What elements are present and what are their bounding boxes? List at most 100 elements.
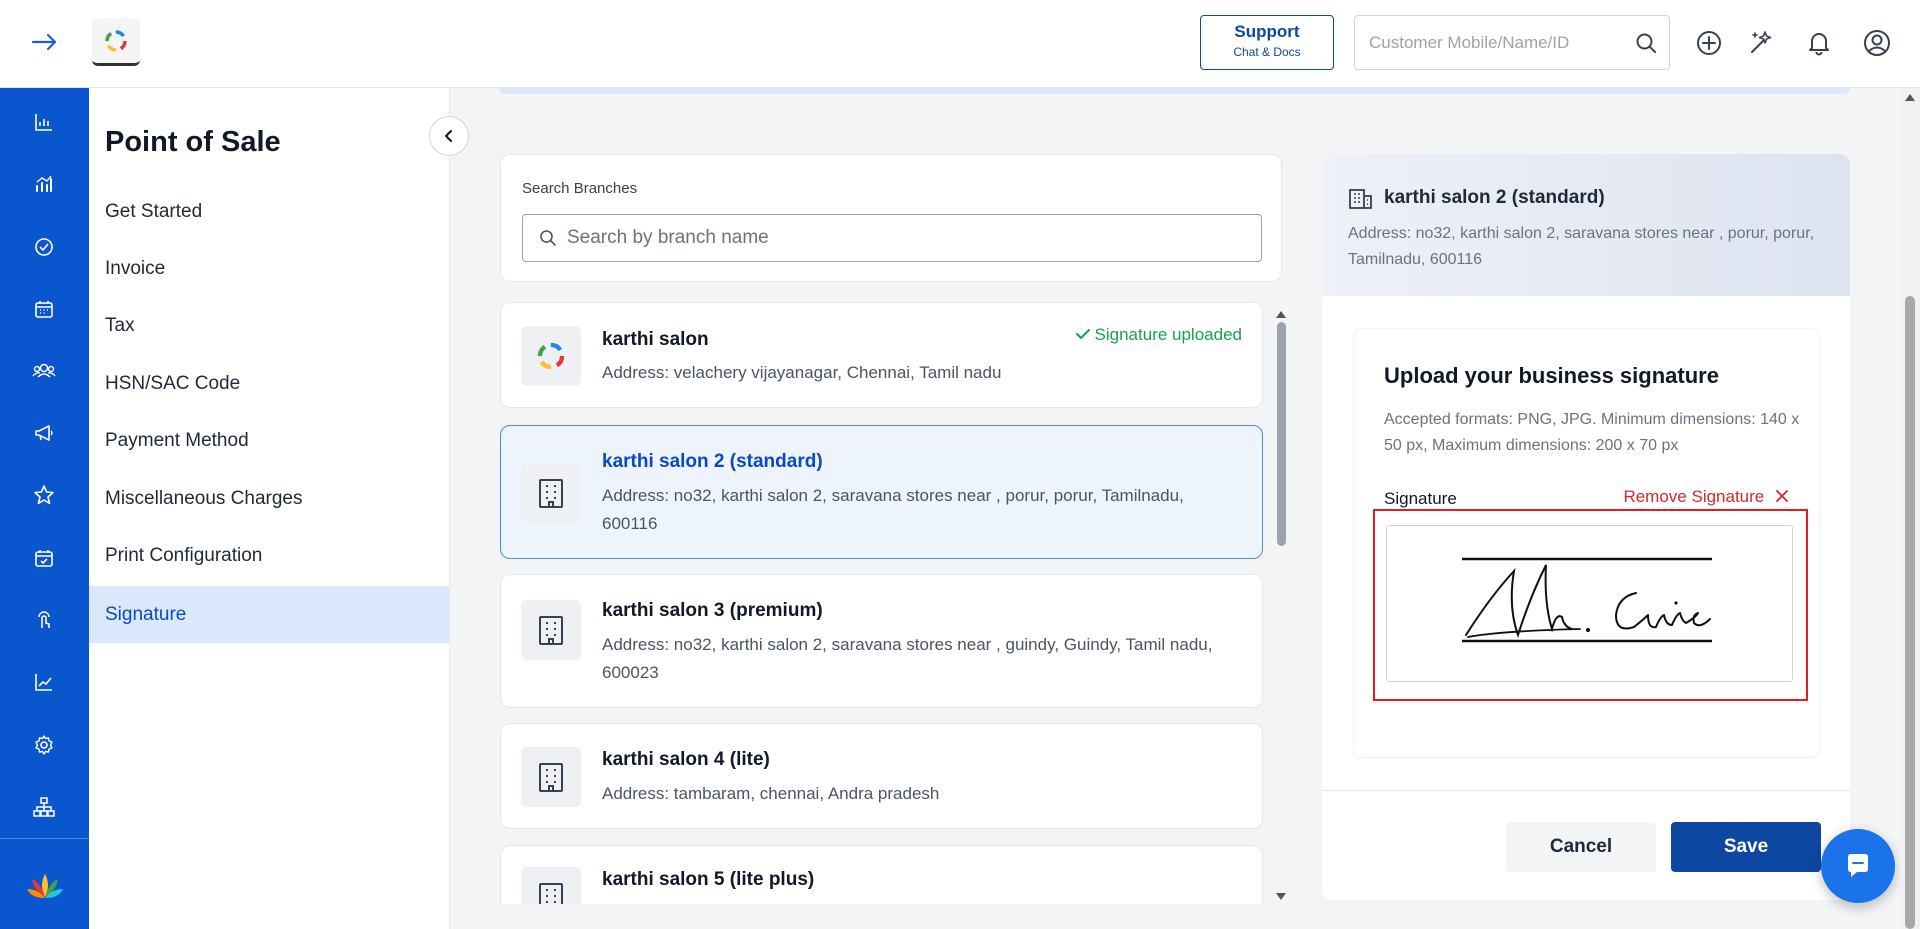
sidebar-item-print-configuration[interactable]: Print Configuration	[89, 527, 449, 584]
search-branches-label: Search Branches	[522, 180, 638, 197]
building-icon	[1348, 186, 1374, 215]
branch-name: karthi salon 4 (lite)	[602, 749, 770, 770]
signature-preview[interactable]	[1386, 525, 1793, 682]
star-icon[interactable]	[30, 481, 58, 509]
app-logo[interactable]	[92, 18, 140, 66]
collapse-sidebar-button[interactable]	[429, 116, 469, 156]
branch-name: karthi salon 3 (premium)	[602, 600, 823, 621]
branch-name: karthi salon 5 (lite plus)	[602, 869, 815, 890]
settings-sidebar: Point of Sale Get Started Invoice Tax HS…	[89, 88, 450, 929]
branch-address: Address: tambaram, chennai, Andra prades…	[602, 784, 940, 803]
add-circle-icon[interactable]	[1694, 28, 1724, 58]
sidebar-item-tax[interactable]: Tax	[89, 297, 449, 354]
support-subtitle: Chat & Docs	[1233, 45, 1301, 59]
cancel-button[interactable]: Cancel	[1506, 822, 1656, 872]
check-icon	[1075, 329, 1090, 339]
users-icon[interactable]	[30, 357, 58, 385]
bar-chart-icon[interactable]	[30, 108, 58, 136]
branch-list-scroll-thumb[interactable]	[1277, 322, 1286, 546]
lotus-logo-icon	[26, 871, 64, 901]
chevron-left-icon	[445, 130, 452, 142]
scroll-up-icon[interactable]	[1276, 311, 1286, 318]
page-scroll-up-icon[interactable]	[1905, 94, 1915, 101]
save-button[interactable]: Save	[1671, 822, 1821, 872]
ring-logo-icon	[537, 342, 565, 370]
branch-detail-panel: karthi salon 2 (standard) Address: no32,…	[1322, 154, 1850, 900]
top-bar: Support Chat & Docs	[0, 0, 1920, 88]
building-icon	[539, 883, 563, 904]
footer-divider	[1322, 790, 1850, 791]
sidebar-item-get-started[interactable]: Get Started	[89, 183, 449, 240]
trend-icon[interactable]	[30, 668, 58, 696]
analytics-icon[interactable]	[30, 170, 58, 198]
close-icon	[1776, 490, 1788, 502]
touch-icon[interactable]	[30, 606, 58, 634]
branch-address: Address: no32, karthi salon 2, saravana …	[602, 486, 1184, 533]
remove-signature-label: Remove Signature	[1623, 487, 1765, 506]
branch-address: Address: velachery vijayanagar, Chennai,…	[602, 363, 1002, 382]
branch-card[interactable]: karthi salon 4 (lite) Address: tambaram,…	[500, 723, 1263, 829]
branch-card[interactable]: karthi salon 5 (lite plus)	[500, 845, 1263, 904]
hierarchy-icon[interactable]	[30, 793, 58, 821]
megaphone-icon[interactable]	[30, 419, 58, 447]
branch-search-input[interactable]	[567, 215, 1257, 261]
customer-search-input[interactable]	[1355, 16, 1615, 69]
upload-title: Upload your business signature	[1384, 363, 1719, 388]
page-scrollbar[interactable]	[1900, 88, 1920, 929]
support-title: Support	[1234, 22, 1300, 41]
branch-card[interactable]: karthi salon Address: velachery vijayana…	[500, 302, 1263, 408]
branch-name: karthi salon 2 (standard)	[602, 451, 823, 472]
detail-branch-address: Address: no32, karthi salon 2, saravana …	[1348, 225, 1815, 268]
chat-button[interactable]	[1821, 829, 1895, 903]
support-button[interactable]: Support Chat & Docs	[1200, 15, 1334, 70]
ring-logo-icon	[105, 29, 127, 52]
signature-upload-card: Upload your business signature Accepted …	[1353, 328, 1820, 758]
branch-detail-header: karthi salon 2 (standard) Address: no32,…	[1322, 154, 1850, 296]
calendar-check-icon[interactable]	[30, 544, 58, 572]
chat-bubble-icon	[1848, 854, 1868, 877]
branch-logo	[521, 326, 581, 386]
search-icon	[539, 229, 557, 252]
check-circle-icon[interactable]	[30, 233, 58, 261]
bell-icon[interactable]	[1804, 28, 1834, 58]
sidebar-item-invoice[interactable]: Invoice	[89, 240, 449, 297]
remove-signature-button[interactable]: Remove Signature	[1623, 487, 1789, 507]
branch-card-selected[interactable]: karthi salon 2 (standard) Address: no32,…	[500, 425, 1263, 559]
branch-list[interactable]: karthi salon Address: velachery vijayana…	[500, 302, 1290, 904]
branch-thumbnail	[521, 747, 581, 807]
page-title: Point of Sale	[105, 126, 281, 158]
branch-address: Address: no32, karthi salon 2, saravana …	[602, 635, 1213, 682]
building-icon	[539, 616, 563, 645]
user-profile-icon[interactable]	[1862, 28, 1892, 58]
sidebar-item-hsn-sac-code[interactable]: HSN/SAC Code	[89, 355, 449, 412]
upload-description: Accepted formats: PNG, JPG. Minimum dime…	[1384, 411, 1800, 454]
building-icon	[539, 479, 563, 508]
sidebar-item-signature[interactable]: Signature	[89, 586, 449, 643]
settings-icon[interactable]	[30, 731, 58, 759]
scroll-down-icon[interactable]	[1276, 893, 1286, 900]
signature-status-badge: Signature uploaded	[1075, 325, 1242, 345]
magic-wand-icon[interactable]	[1746, 28, 1776, 58]
page-scroll-thumb[interactable]	[1905, 296, 1915, 929]
branch-search-card: Search Branches	[500, 154, 1282, 282]
search-icon[interactable]	[1635, 32, 1657, 59]
branch-thumbnail	[521, 600, 581, 660]
signature-status-text: Signature uploaded	[1094, 325, 1242, 344]
customer-search	[1354, 15, 1670, 70]
top-strip	[499, 88, 1850, 94]
expand-menu-icon[interactable]	[30, 30, 66, 58]
sidebar-item-payment-method[interactable]: Payment Method	[89, 412, 449, 469]
rail-divider	[0, 838, 89, 839]
branch-thumbnail	[521, 867, 581, 904]
calendar-icon[interactable]	[30, 295, 58, 323]
branch-search-box	[522, 214, 1262, 262]
branch-card[interactable]: karthi salon 3 (premium) Address: no32, …	[500, 574, 1263, 708]
signature-label: Signature	[1384, 489, 1457, 508]
signature-highlight-frame	[1373, 509, 1808, 701]
branch-name: karthi salon	[602, 329, 709, 350]
left-rail	[0, 88, 89, 929]
signature-image	[1461, 557, 1712, 642]
sidebar-item-miscellaneous-charges[interactable]: Miscellaneous Charges	[89, 470, 449, 527]
building-icon	[539, 763, 563, 792]
branch-thumbnail	[521, 463, 581, 523]
